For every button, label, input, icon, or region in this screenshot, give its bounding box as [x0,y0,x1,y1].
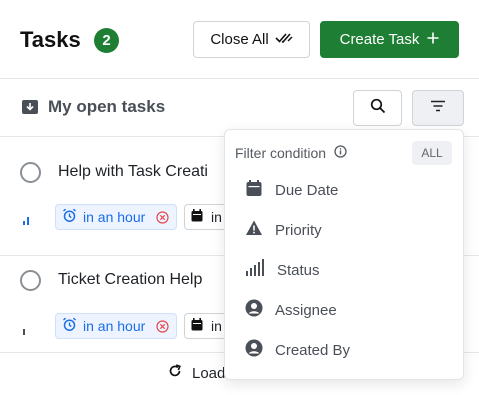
inbox-download-icon [20,97,40,117]
create-task-label: Create Task [339,31,420,48]
section-title: My open tasks [48,97,166,116]
create-task-button[interactable]: Create Task [320,21,459,58]
task-count-badge: 2 [94,28,119,53]
priority-bars-icon [22,322,32,340]
user-circle-icon [245,299,263,321]
refresh-icon [168,364,182,382]
close-all-button[interactable]: Close All [193,21,310,58]
filter-item-label: Status [277,261,320,279]
warning-icon [245,219,263,241]
load-more-label: Load [192,364,226,382]
load-more-button[interactable]: Load [168,364,225,382]
task-title[interactable]: Help with Task Creati [58,163,208,181]
task-title[interactable]: Ticket Creation Help [58,271,202,289]
priority-bars-icon [22,212,32,230]
plus-icon [427,31,439,48]
filter-item-label: Due Date [275,181,339,199]
calendar-icon [191,209,203,225]
clear-circle-icon[interactable] [156,320,169,336]
filter-item-label: Assignee [275,301,337,319]
due-label: in an hour [83,209,146,225]
filter-item-label: Created By [275,341,351,359]
date-chip[interactable]: in [184,204,228,230]
page-header: Tasks 2 Close All Create Task [0,0,479,79]
date-label: in [211,318,222,334]
filter-item-assignee[interactable]: Assignee [245,298,337,322]
due-label: in an hour [83,318,146,334]
clear-circle-icon[interactable] [156,211,169,227]
user-circle-icon [245,339,263,361]
search-button[interactable] [353,90,402,126]
due-chip[interactable]: in an hour [55,313,177,339]
signal-bars-icon [245,259,265,281]
filter-all-badge[interactable]: ALL [412,141,452,165]
filter-item-due-date[interactable]: Due Date [245,178,338,202]
filter-item-priority[interactable]: Priority [245,218,322,242]
calendar-icon [245,179,263,201]
task-complete-radio[interactable] [20,162,41,183]
filter-item-status[interactable]: Status [245,258,320,282]
search-icon [370,98,386,119]
calendar-icon [191,318,203,334]
filter-heading: Filter condition [235,145,347,161]
filter-heading-label: Filter condition [235,145,327,161]
alarm-clock-icon [62,317,77,335]
filter-button[interactable] [412,90,464,126]
page-title: Tasks [20,27,81,52]
date-label: in [211,209,222,225]
filter-item-created-by[interactable]: Created By [245,338,350,362]
filter-icon [430,99,446,117]
due-chip[interactable]: in an hour [55,204,177,230]
filter-item-label: Priority [275,221,322,239]
close-all-label: Close All [210,31,269,48]
date-chip[interactable]: in [184,313,228,339]
filter-dropdown: Filter condition ALL Due Date Priority S… [224,129,464,380]
alarm-clock-icon [62,208,77,226]
double-check-icon [275,31,293,48]
info-icon[interactable] [334,145,347,161]
task-complete-radio[interactable] [20,270,41,291]
